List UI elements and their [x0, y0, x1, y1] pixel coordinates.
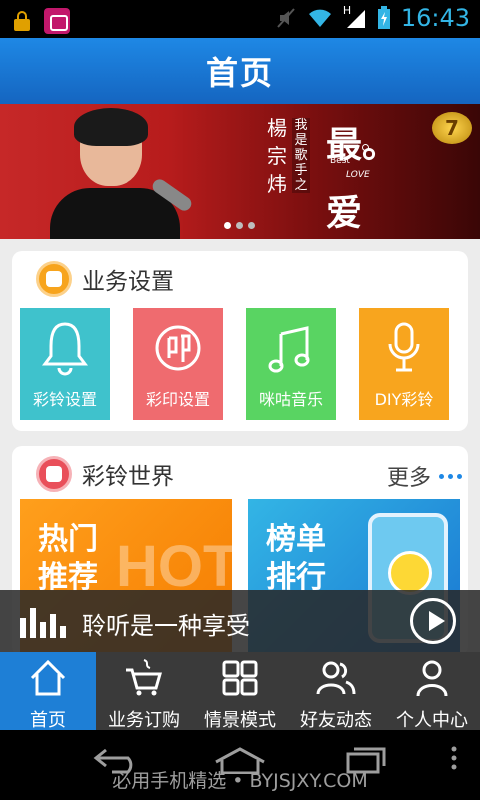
watermark-text: 必用手机精选 • BYJSJXY.COM	[112, 770, 368, 792]
banner-love-text: LOVE	[346, 170, 370, 180]
nav-label: 业务订购	[108, 710, 180, 731]
nav-business-order[interactable]: 业务订购	[96, 652, 192, 731]
migu-music-tile[interactable]: 咪咕音乐	[246, 308, 336, 420]
mute-icon	[277, 8, 295, 28]
app-notification-icon	[44, 8, 70, 34]
stamp-settings-tile[interactable]: 彩印设置	[133, 308, 223, 420]
signal-icon: H	[343, 4, 367, 30]
clock: 16:43	[400, 4, 470, 32]
section-title: 彩铃世界	[82, 464, 174, 490]
service-settings-header: 业务设置	[12, 251, 468, 307]
nav-personal-center[interactable]: 个人中心	[384, 652, 480, 731]
nav-label: 情景模式	[204, 710, 276, 731]
title-bar: 首页	[0, 38, 480, 104]
banner-best-text: Best	[330, 156, 350, 166]
service-settings-icon	[36, 261, 72, 297]
music-player-bar[interactable]: 聆听是一种享受	[0, 590, 480, 652]
player-title: 聆听是一种享受	[82, 612, 250, 640]
carousel-indicator[interactable]	[224, 222, 255, 229]
music-note-icon	[268, 326, 310, 373]
more-label: 更多	[386, 466, 431, 491]
equalizer-icon	[20, 606, 66, 638]
promo-banner[interactable]: 楊宗炜 我是歌手之 最。 Best LOVE 爱 7	[0, 104, 480, 239]
nav-label: 好友动态	[300, 710, 372, 731]
nav-label: 首页	[30, 710, 66, 731]
grid-icon	[222, 660, 258, 696]
ringtone-world-icon	[36, 456, 72, 492]
more-dots-icon	[439, 473, 462, 479]
service-settings-card: 业务设置 彩铃设置 彩印设置 咪咕音乐 DIY彩铃	[12, 251, 468, 431]
cart-icon	[126, 659, 162, 696]
person-icon	[416, 660, 448, 697]
diy-ringtone-tile[interactable]: DIY彩铃	[359, 308, 449, 420]
banner-subtitle: 我是歌手之	[292, 118, 310, 193]
promo-label: 榜单排行	[266, 522, 326, 595]
bell-icon	[42, 322, 88, 376]
carousel-dot[interactable]	[224, 222, 231, 229]
tile-label: 彩印设置	[145, 390, 210, 409]
banner-decoration	[362, 144, 369, 151]
status-bar: H 16:43	[0, 0, 480, 38]
nav-scene-mode[interactable]: 情景模式	[192, 652, 288, 731]
ringtone-settings-tile[interactable]: 彩铃设置	[20, 308, 110, 420]
banner-headline-bottom: 爱	[326, 192, 363, 234]
disc-graphic	[388, 551, 432, 595]
nav-label: 个人中心	[396, 710, 468, 731]
tile-label: 彩铃设置	[32, 390, 97, 409]
more-button[interactable]: 更多	[387, 460, 468, 492]
tile-label: 咪咕音乐	[258, 390, 323, 409]
carousel-dot[interactable]	[248, 222, 255, 229]
show-logo-badge: 7	[432, 112, 472, 144]
service-tiles: 彩铃设置 彩印设置 咪咕音乐 DIY彩铃	[20, 308, 449, 420]
system-navigation-bar: 必用手机精选 • BYJSJXY.COM	[0, 730, 480, 800]
promo-label: 热门推荐	[38, 522, 98, 595]
bottom-navigation: 首页 业务订购 情景模式 好友动态 个人中心	[0, 652, 480, 731]
tile-label: DIY彩铃	[374, 390, 434, 409]
nav-home[interactable]: 首页	[0, 652, 96, 731]
carousel-dot[interactable]	[236, 222, 243, 229]
nav-friends-feed[interactable]: 好友动态	[288, 652, 384, 731]
ringtone-world-header: 彩铃世界 更多	[12, 446, 468, 502]
home-icon	[30, 659, 66, 696]
play-button[interactable]	[410, 598, 456, 644]
section-title: 业务设置	[82, 269, 174, 295]
banner-artist-name: 楊宗炜	[267, 116, 287, 196]
lock-icon	[14, 11, 30, 31]
wifi-icon	[308, 9, 331, 27]
page-title: 首页	[205, 54, 274, 92]
singer-photo	[40, 108, 200, 239]
friends-icon	[316, 661, 356, 695]
battery-charging-icon	[377, 6, 390, 29]
microphone-icon	[388, 322, 420, 372]
stamp-icon	[155, 325, 201, 371]
